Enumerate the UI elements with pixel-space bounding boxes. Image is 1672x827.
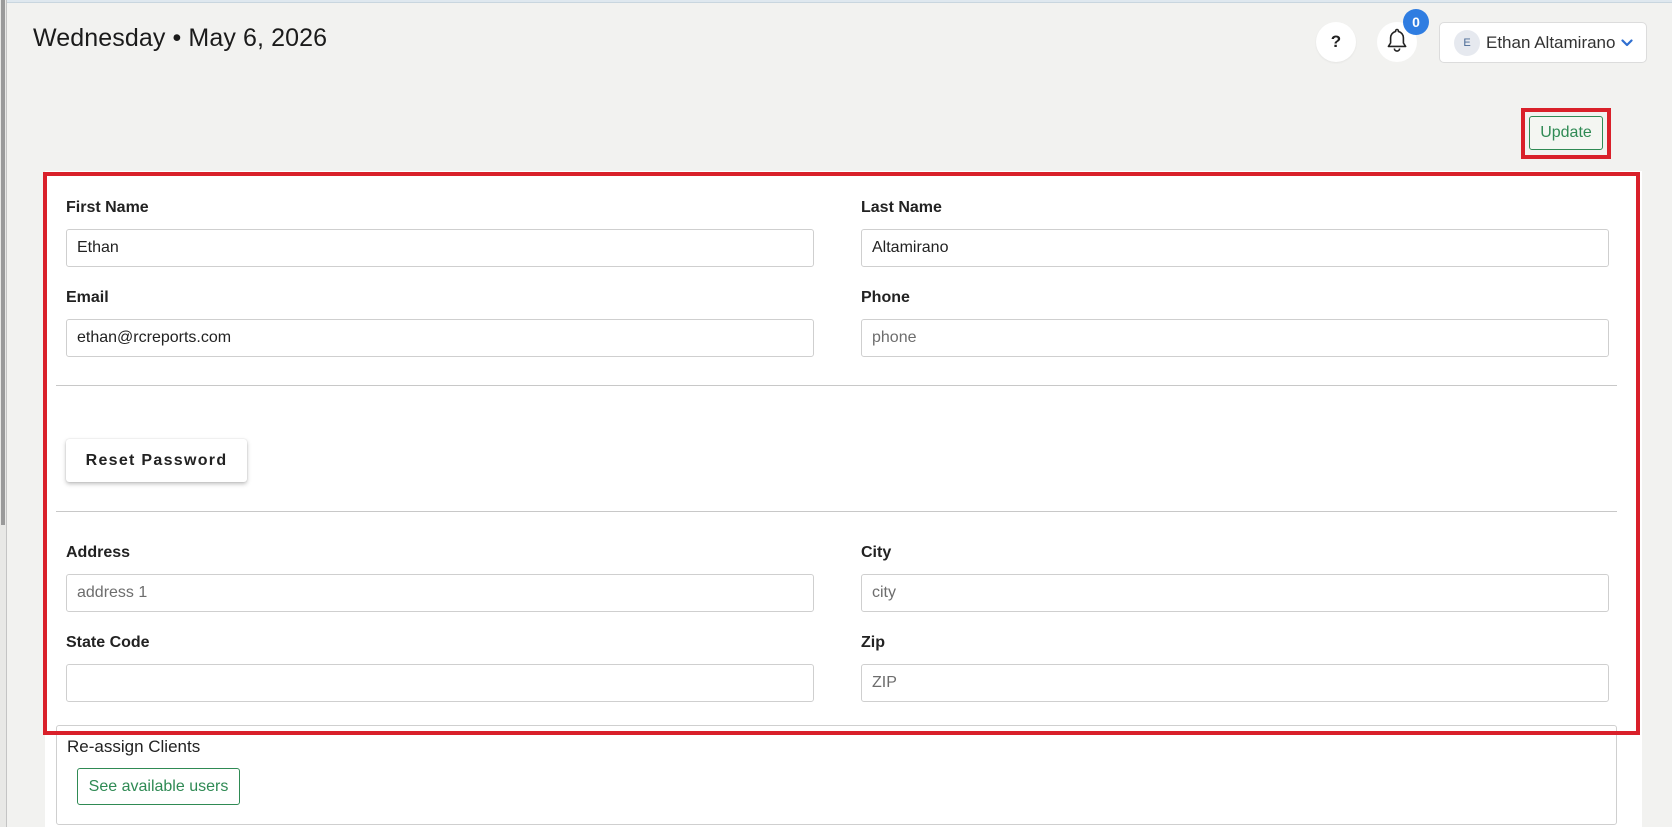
scrollbar[interactable] <box>0 0 7 827</box>
top-strip <box>0 0 1672 3</box>
address-label: Address <box>66 544 131 561</box>
phone-label: Phone <box>861 289 910 306</box>
zip-label: Zip <box>861 634 885 651</box>
last-name-label: Last Name <box>861 199 942 216</box>
last-name-field[interactable] <box>861 229 1609 267</box>
user-menu[interactable]: E Ethan Altamirano <box>1439 22 1647 63</box>
phone-field[interactable] <box>861 319 1609 357</box>
see-available-users-button[interactable]: See available users <box>77 768 240 805</box>
chevron-down-icon <box>1621 38 1634 47</box>
scrollbar-thumb[interactable] <box>1 0 5 525</box>
zip-field[interactable] <box>861 664 1609 702</box>
notification-badge: 0 <box>1403 9 1429 35</box>
divider <box>56 511 1617 512</box>
reassign-clients-title: Re-assign Clients <box>67 737 201 756</box>
email-label: Email <box>66 289 109 306</box>
first-name-field[interactable] <box>66 229 814 267</box>
divider <box>56 385 1617 386</box>
address-field[interactable] <box>66 574 814 612</box>
state-code-label: State Code <box>66 634 150 651</box>
email-field[interactable] <box>66 319 814 357</box>
city-field[interactable] <box>861 574 1609 612</box>
reset-password-button[interactable]: Reset Password <box>66 439 247 482</box>
state-code-field[interactable] <box>66 664 814 702</box>
page-title: Wednesday • May 6, 2026 <box>33 24 328 52</box>
help-icon: ? <box>1330 32 1342 51</box>
update-button[interactable]: Update <box>1529 116 1603 150</box>
avatar: E <box>1454 29 1480 56</box>
first-name-label: First Name <box>66 199 149 216</box>
city-label: City <box>861 544 892 561</box>
bell-icon <box>1385 27 1409 58</box>
user-name: Ethan Altamirano <box>1486 32 1616 52</box>
help-button[interactable]: ? <box>1316 22 1356 62</box>
reassign-clients-panel <box>56 725 1617 825</box>
